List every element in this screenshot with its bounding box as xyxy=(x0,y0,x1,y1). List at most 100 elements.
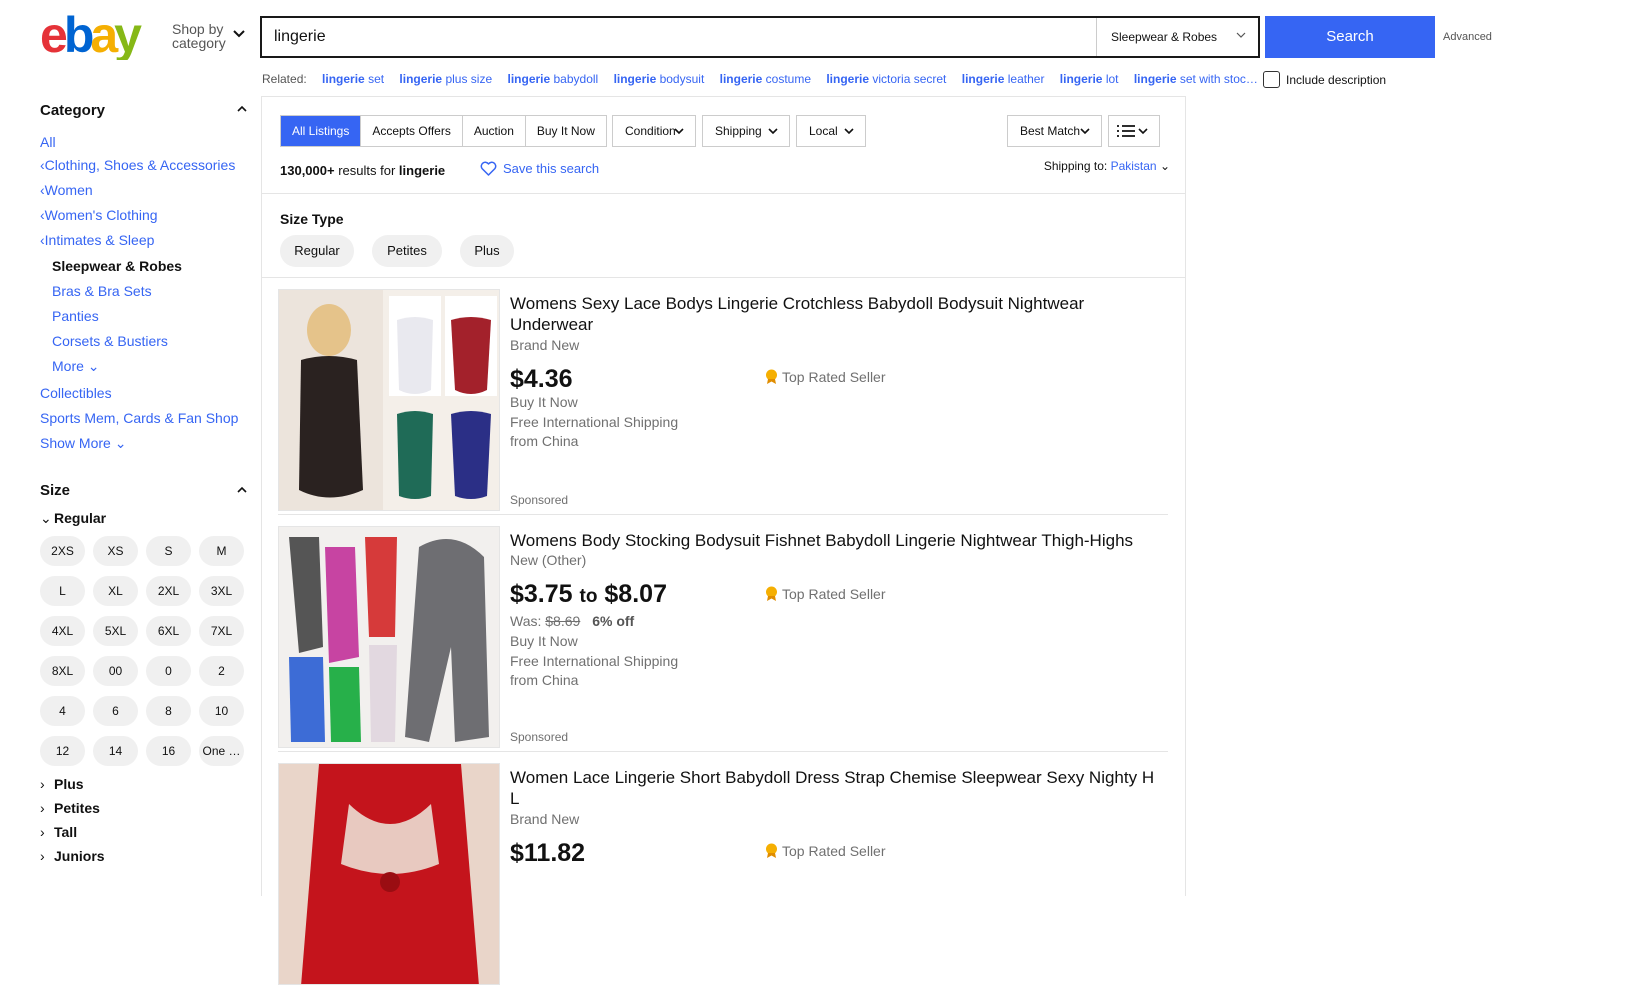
results-query: lingerie xyxy=(398,163,446,178)
sort-dropdown[interactable]: Best Match xyxy=(1007,115,1102,147)
related-link[interactable]: lingerie set xyxy=(322,72,384,86)
tab-auction[interactable]: Auction xyxy=(461,116,525,146)
condition-label: Condition xyxy=(625,124,676,138)
size-pill[interactable]: 4XL xyxy=(40,616,85,646)
size-pill[interactable]: One … xyxy=(199,736,244,766)
tab-buy-it-now[interactable]: Buy It Now xyxy=(524,116,606,146)
shipping-info: Free International Shipping xyxy=(510,413,679,430)
listing-image[interactable] xyxy=(278,289,500,511)
view-toggle[interactable] xyxy=(1108,115,1160,147)
category-heading: Category xyxy=(40,102,106,119)
size-pill[interactable]: 10 xyxy=(199,696,244,726)
chevron-right-icon: › xyxy=(40,800,45,816)
chevron-right-icon: › xyxy=(40,848,45,864)
size-pill[interactable]: M xyxy=(199,536,244,566)
category-womens-clothing[interactable]: ‹Women's Clothing xyxy=(40,207,158,223)
size-pill[interactable]: 00 xyxy=(93,656,138,686)
list-view-icon xyxy=(1117,125,1135,137)
category-bras[interactable]: Bras & Bra Sets xyxy=(52,283,152,299)
original-price: $8.69 xyxy=(545,613,581,629)
size-pill[interactable]: 8 xyxy=(146,696,191,726)
shipping-to[interactable]: Shipping to: Pakistan ⌄ xyxy=(1044,159,1170,173)
category-all[interactable]: All xyxy=(40,134,56,150)
category-show-more[interactable]: Show More ⌄ xyxy=(40,435,126,452)
listing-price: $11.82 xyxy=(510,839,586,867)
related-link[interactable]: lingerie plus size xyxy=(399,72,492,86)
size-pill[interactable]: 2XS xyxy=(40,536,85,566)
checkbox-icon[interactable] xyxy=(1263,71,1280,88)
size-pill[interactable]: 0 xyxy=(146,656,191,686)
size-pill[interactable]: 4 xyxy=(40,696,85,726)
category-intimates[interactable]: ‹Intimates & Sleep xyxy=(40,232,154,248)
category-more[interactable]: More ⌄ xyxy=(52,358,100,375)
related-link[interactable]: lingerie victoria secret xyxy=(826,72,946,86)
size-tall-group[interactable]: › Tall xyxy=(40,824,77,840)
save-search-button[interactable]: Save this search xyxy=(480,161,599,176)
size-pill[interactable]: XS xyxy=(93,536,138,566)
results-count: 130,000+ xyxy=(280,163,335,178)
local-dropdown[interactable]: Local xyxy=(796,115,866,147)
was-label: Was: xyxy=(510,613,542,629)
search-category-select[interactable]: Sleepwear & Robes xyxy=(1096,18,1258,56)
size-pill[interactable]: 5XL xyxy=(93,616,138,646)
size-petites-group[interactable]: › Petites xyxy=(40,800,100,816)
size-pill[interactable]: XL xyxy=(93,576,138,606)
advanced-search-link[interactable]: Advanced xyxy=(1443,31,1492,43)
size-pill[interactable]: 6 xyxy=(93,696,138,726)
chevron-up-icon[interactable] xyxy=(236,105,248,113)
top-rated-seller: Top Rated Seller xyxy=(764,369,886,385)
category-corsets[interactable]: Corsets & Bustiers xyxy=(52,333,168,349)
ebay-logo[interactable]: ebay xyxy=(40,12,158,60)
size-pill[interactable]: 7XL xyxy=(199,616,244,646)
related-link[interactable]: lingerie lot xyxy=(1060,72,1119,86)
price-high: $8.07 xyxy=(604,580,667,608)
chevron-up-icon[interactable] xyxy=(236,486,248,494)
related-link[interactable]: lingerie babydoll xyxy=(507,72,598,86)
listing-title[interactable]: Womens Body Stocking Bodysuit Fishnet Ba… xyxy=(510,530,1160,551)
size-pill[interactable]: 2 xyxy=(199,656,244,686)
top-rated-label: Top Rated Seller xyxy=(782,843,886,859)
discount: 6% off xyxy=(592,613,635,629)
size-pill[interactable]: 3XL xyxy=(199,576,244,606)
related-link[interactable]: lingerie costume xyxy=(720,72,811,86)
condition-dropdown[interactable]: Condition xyxy=(612,115,696,147)
search-button[interactable]: Search xyxy=(1265,16,1435,58)
size-pill[interactable]: 16 xyxy=(146,736,191,766)
size-pill[interactable]: 12 xyxy=(40,736,85,766)
category-women[interactable]: ‹Women xyxy=(40,182,93,198)
related-link[interactable]: lingerie bodysuit xyxy=(614,72,705,86)
listing-image[interactable] xyxy=(278,763,500,985)
listing-title[interactable]: Womens Sexy Lace Bodys Lingerie Crotchle… xyxy=(510,293,1160,335)
chevron-down-icon: ⌄ xyxy=(40,510,52,526)
size-pill[interactable]: 8XL xyxy=(40,656,85,686)
shipping-country[interactable]: Pakistan xyxy=(1111,159,1157,173)
tab-accepts-offers[interactable]: Accepts Offers xyxy=(360,116,461,146)
size-type-chip[interactable]: Regular xyxy=(280,235,354,267)
size-juniors-group[interactable]: › Juniors xyxy=(40,848,105,864)
category-collectibles[interactable]: Collectibles xyxy=(40,385,112,401)
shipping-dropdown[interactable]: Shipping xyxy=(702,115,790,147)
tab-all-listings[interactable]: All Listings xyxy=(281,116,361,146)
size-pill[interactable]: 2XL xyxy=(146,576,191,606)
size-type-chip[interactable]: Petites xyxy=(372,235,442,267)
include-description-checkbox[interactable]: Include description xyxy=(1263,71,1386,88)
size-pill[interactable]: S xyxy=(146,536,191,566)
category-panties[interactable]: Panties xyxy=(52,308,99,324)
category-sports[interactable]: Sports Mem, Cards & Fan Shop xyxy=(40,410,238,426)
search-input[interactable]: lingerie xyxy=(262,18,1096,56)
ships-from: from China xyxy=(510,433,579,449)
shop-by-category[interactable]: Shop by category xyxy=(172,22,245,50)
related-link[interactable]: lingerie set with stoc… xyxy=(1134,72,1258,86)
size-plus-group[interactable]: › Plus xyxy=(40,776,84,792)
size-pill[interactable]: 6XL xyxy=(146,616,191,646)
size-type-chip[interactable]: Plus xyxy=(460,235,514,267)
related-link[interactable]: lingerie leather xyxy=(962,72,1045,86)
listing-image[interactable] xyxy=(278,526,500,748)
listing-title[interactable]: Women Lace Lingerie Short Babydoll Dress… xyxy=(510,767,1160,809)
size-pill[interactable]: 14 xyxy=(93,736,138,766)
chevron-down-icon xyxy=(674,128,684,135)
chevron-down-icon xyxy=(1236,32,1246,38)
size-regular-group[interactable]: ⌄ Regular xyxy=(40,510,106,526)
size-pill[interactable]: L xyxy=(40,576,85,606)
category-clothing[interactable]: ‹Clothing, Shoes & Accessories xyxy=(40,157,235,173)
